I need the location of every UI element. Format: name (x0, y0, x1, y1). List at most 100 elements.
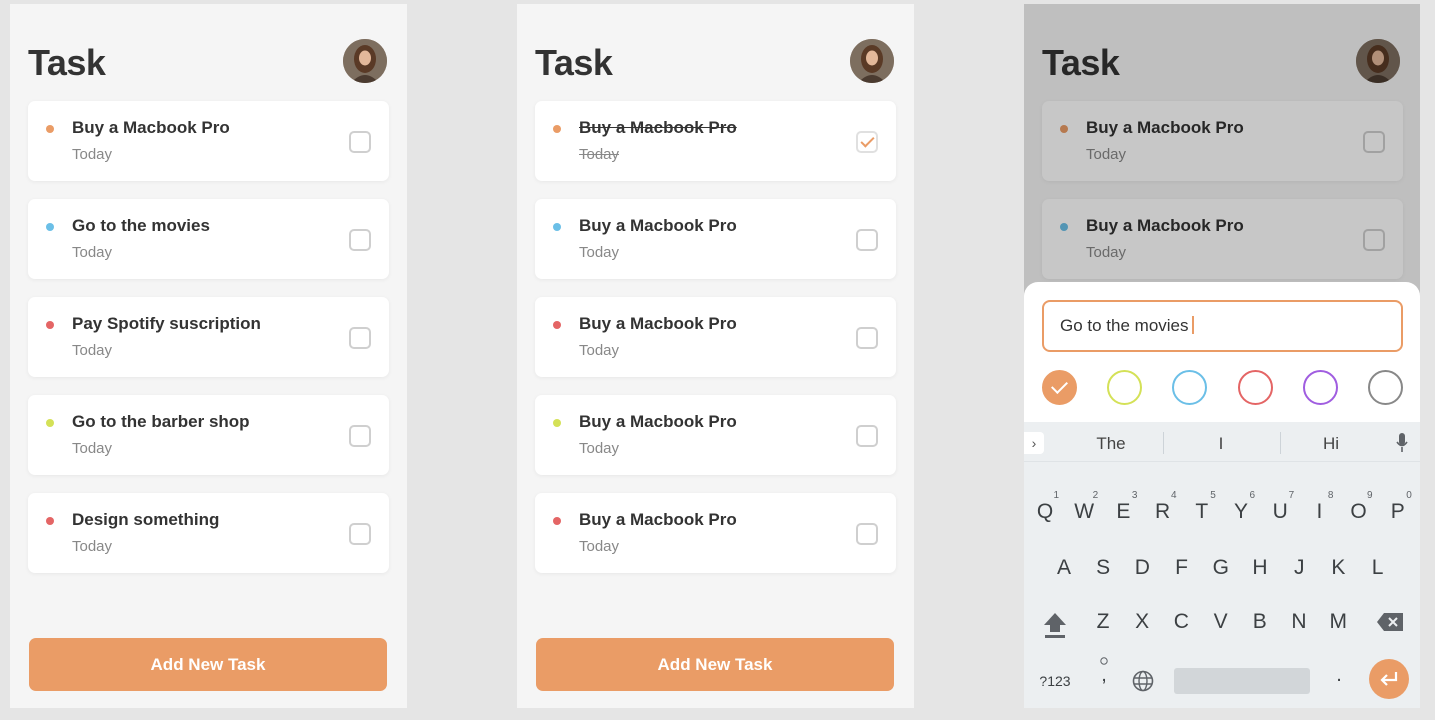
task-title: Buy a Macbook Pro (579, 412, 737, 431)
key-r[interactable]: R4 (1145, 490, 1181, 532)
task-card[interactable]: Buy a Macbook Pro Today (535, 493, 896, 573)
symbols-key[interactable]: ?123 (1034, 668, 1076, 694)
color-option-gray[interactable] (1368, 370, 1403, 405)
key-h[interactable]: H (1242, 548, 1278, 588)
task-checkbox[interactable] (856, 229, 878, 251)
key-label: Y (1233, 500, 1248, 523)
key-label: X (1135, 610, 1150, 633)
key-n[interactable]: N (1281, 602, 1317, 642)
suggestion-bar: › The I Hi (1024, 422, 1420, 462)
task-card[interactable]: Go to the barber shop Today (28, 395, 389, 475)
task-checkbox[interactable] (856, 131, 878, 153)
task-title: Design something (72, 510, 220, 529)
key-t[interactable]: T5 (1184, 490, 1220, 532)
color-option-orange[interactable] (1042, 370, 1077, 405)
key-z[interactable]: Z (1085, 602, 1121, 642)
task-title: Go to the barber shop (72, 412, 250, 431)
color-option-purple[interactable] (1302, 370, 1338, 405)
task-checkbox[interactable] (856, 425, 878, 447)
enter-key[interactable] (1369, 659, 1409, 699)
color-dot (46, 419, 54, 427)
task-name-input[interactable]: Go to the movies (1042, 300, 1403, 352)
page-title: Task (28, 42, 106, 83)
key-l[interactable]: L (1360, 548, 1396, 588)
task-card[interactable]: Buy a Macbook Pro Today (535, 395, 896, 475)
key-f[interactable]: F (1164, 548, 1200, 588)
key-y[interactable]: Y6 (1223, 490, 1259, 532)
key-label: F (1175, 556, 1188, 579)
key-label: J (1293, 556, 1305, 579)
color-option-lime[interactable] (1107, 370, 1143, 405)
key-v[interactable]: V (1203, 602, 1239, 642)
task-list-screen-completed: Task Buy a Macbook Pro Today Buy a Macbook… (517, 4, 914, 708)
key-p[interactable]: P0 (1380, 490, 1416, 532)
avatar[interactable] (850, 39, 894, 83)
key-d[interactable]: D (1124, 548, 1160, 588)
key-i[interactable]: I8 (1301, 490, 1337, 532)
task-date: Today (72, 538, 113, 555)
key-q[interactable]: Q1 (1027, 490, 1063, 532)
suggestion-item[interactable]: Hi (1281, 434, 1381, 454)
color-dot (553, 419, 561, 427)
key-a[interactable]: A (1046, 548, 1082, 588)
color-option-red[interactable] (1237, 370, 1273, 405)
chevron-right-icon[interactable]: › (1024, 432, 1044, 454)
task-title: Buy a Macbook Pro (579, 510, 737, 529)
task-checkbox[interactable] (349, 425, 371, 447)
comma-key[interactable]: , (1094, 657, 1114, 690)
task-card[interactable]: Go to the movies Today (28, 199, 389, 279)
add-new-task-button[interactable]: Add New Task (29, 638, 387, 691)
task-title: Buy a Macbook Pro (72, 118, 230, 137)
color-dot (46, 321, 54, 329)
task-card[interactable]: Buy a Macbook Pro Today (28, 101, 389, 181)
task-card[interactable]: Pay Spotify suscription Today (28, 297, 389, 377)
task-card[interactable]: Buy a Macbook Pro Today (535, 101, 896, 181)
key-u[interactable]: U7 (1262, 490, 1298, 532)
emoji-hint-icon (1100, 657, 1108, 665)
key-b[interactable]: B (1242, 602, 1278, 642)
key-k[interactable]: K (1320, 548, 1356, 588)
suggestion-item[interactable]: The (1061, 434, 1161, 454)
task-checkbox[interactable] (856, 327, 878, 349)
microphone-icon[interactable] (1396, 433, 1408, 453)
key-hint: 3 (1131, 490, 1138, 501)
key-hint: 8 (1327, 490, 1334, 501)
key-c[interactable]: C (1163, 602, 1199, 642)
task-checkbox[interactable] (349, 327, 371, 349)
suggestion-item[interactable]: I (1171, 434, 1271, 454)
key-o[interactable]: O9 (1341, 490, 1377, 532)
key-e[interactable]: E3 (1105, 490, 1141, 532)
task-checkbox[interactable] (349, 523, 371, 545)
task-date: Today (72, 146, 113, 163)
task-card[interactable]: Buy a Macbook Pro Today (535, 297, 896, 377)
task-card[interactable]: Buy a Macbook Pro Today (535, 199, 896, 279)
key-s[interactable]: S (1085, 548, 1121, 588)
shift-icon[interactable] (1042, 610, 1068, 640)
key-j[interactable]: J (1281, 548, 1317, 588)
avatar[interactable] (343, 39, 387, 83)
task-title: Go to the movies (72, 216, 210, 235)
key-hint: 6 (1249, 490, 1255, 501)
color-dot (46, 223, 54, 231)
task-checkbox[interactable] (856, 523, 878, 545)
key-label: P (1390, 500, 1405, 523)
task-card[interactable]: Design something Today (28, 493, 389, 573)
key-w[interactable]: W2 (1066, 490, 1102, 532)
key-label: Q (1036, 500, 1054, 523)
globe-icon[interactable] (1132, 670, 1154, 692)
key-m[interactable]: M (1320, 602, 1356, 642)
key-label: M (1329, 610, 1347, 633)
key-g[interactable]: G (1203, 548, 1239, 588)
add-new-task-button[interactable]: Add New Task (536, 638, 894, 691)
color-option-blue[interactable] (1172, 370, 1208, 405)
backspace-icon[interactable] (1376, 612, 1404, 632)
space-key[interactable] (1174, 668, 1310, 694)
key-label: L (1371, 556, 1384, 579)
period-key[interactable]: . (1329, 660, 1349, 690)
key-x[interactable]: X (1124, 602, 1160, 642)
new-task-screen: Task Buy a Macbook Pro Today Buy a Macbook… (1024, 4, 1420, 708)
task-checkbox[interactable] (349, 229, 371, 251)
task-checkbox[interactable] (349, 131, 371, 153)
task-list-screen: Task Buy a Macbook Pro Today Go to the mov… (10, 4, 407, 708)
new-task-sheet: Go to the movies (1024, 282, 1420, 432)
